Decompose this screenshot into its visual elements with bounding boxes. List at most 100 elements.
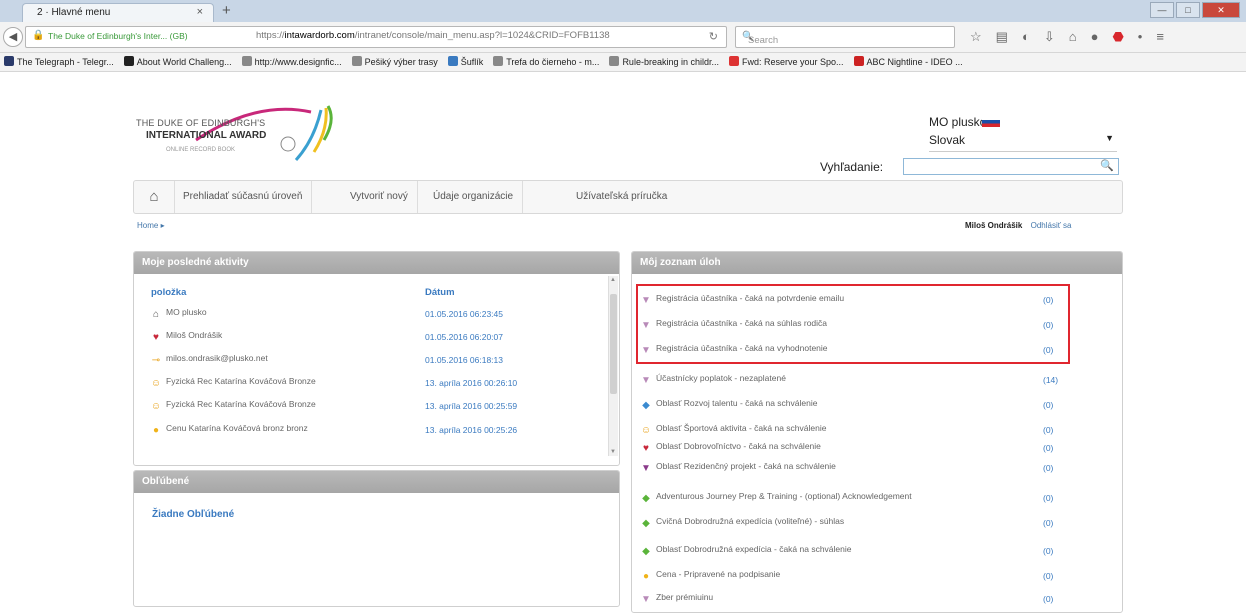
bookmark-item[interactable]: The Telegraph - Telegr... <box>4 53 114 71</box>
home-icon[interactable]: ⌂ <box>1069 29 1077 45</box>
task-label: Zber prémiuinu <box>656 592 714 602</box>
activity-date[interactable]: 01.05.2016 06:23:45 <box>425 309 503 319</box>
task-item[interactable]: ▼ Zber prémiuinu <box>640 592 713 606</box>
task-item[interactable]: ◆ Oblasť Rozvoj talentu - čaká na schvále… <box>640 398 817 412</box>
dot-icon[interactable]: • <box>1138 29 1143 45</box>
breadcrumb[interactable]: Home ▸ <box>137 221 165 230</box>
bookmark-favicon-icon <box>123 56 134 66</box>
activity-date[interactable]: 13. apríla 2016 00:26:10 <box>425 378 517 388</box>
activities-scrollbar[interactable]: ▲ ▼ <box>608 276 618 456</box>
bookmark-label: Pešiký výber trasy <box>364 57 438 67</box>
scroll-down-icon[interactable]: ▼ <box>610 449 616 455</box>
activity-date[interactable]: 01.05.2016 06:20:07 <box>425 332 503 342</box>
bulb-icon: ● <box>152 425 160 436</box>
bookmark-label: About World Challeng... <box>136 57 232 67</box>
scroll-thumb[interactable] <box>610 294 617 394</box>
task-label: Adventurous Journey Prep & Training - (o… <box>656 491 912 501</box>
maximize-icon[interactable]: □ <box>1176 2 1200 18</box>
activity-date[interactable]: 01.05.2016 06:18:13 <box>425 355 503 365</box>
adblock-icon[interactable]: ⬣ <box>1112 29 1123 45</box>
activity-text: Fyzická Rec Katarína Kováčová Bronze <box>166 376 316 386</box>
bookmark-item[interactable]: About World Challeng... <box>123 53 232 71</box>
task-count[interactable]: (0) <box>1043 594 1053 604</box>
chevron-down-icon: ▼ <box>1105 133 1114 143</box>
activity-row[interactable]: ☺ Fyzická Rec Katarína Kováčová Bronze <box>150 376 316 390</box>
task-item[interactable]: ◆ Oblasť Dobrodružná expedícia - čaká na … <box>640 544 852 558</box>
task-item[interactable]: ◆ Adventurous Journey Prep & Training - (… <box>640 491 912 505</box>
task-count[interactable]: (0) <box>1043 400 1053 410</box>
task-item[interactable]: ♥ Oblasť Dobrovoľníctvo - čaká na schvále… <box>640 441 821 455</box>
user-name[interactable]: Miloš Ondrášik <box>965 221 1022 230</box>
favorites-title: Obľúbené <box>134 471 619 493</box>
task-item[interactable]: ☺ Oblasť Športová aktivita - čaká na schv… <box>640 423 827 437</box>
activity-row[interactable]: ☺ Fyzická Rec Katarína Kováčová Bronze <box>150 399 316 413</box>
bookmark-item[interactable]: ABC Nightline - IDEO ... <box>853 53 963 71</box>
menu-item-create[interactable]: Vytvoriť nový <box>341 181 418 213</box>
search-input[interactable]: 🔍 <box>903 158 1119 175</box>
duke-of-edinburgh-logo[interactable]: THE DUKE OF EDINBURGH'S INTERNATIONAL AW… <box>136 100 336 170</box>
url-bar[interactable]: 🔒 The Duke of Edinburgh's Inter... (GB) … <box>25 26 727 48</box>
task-label: Oblasť Dobrodružná expedícia - čaká na s… <box>656 544 852 554</box>
bookmark-label: Fwd: Reserve your Spo... <box>742 57 844 67</box>
people-icon: ♥ <box>153 332 159 343</box>
bookmarks-list-icon[interactable]: ▤ <box>996 29 1008 45</box>
menu-icon[interactable]: ≡ <box>1156 29 1164 45</box>
badge-icon: ▼ <box>641 594 651 605</box>
bookmark-item[interactable]: Pešiký výber trasy <box>351 53 438 71</box>
logo-line-2: INTERNATIONAL AWARD <box>146 130 267 141</box>
task-count[interactable]: (0) <box>1043 425 1053 435</box>
close-tab-icon[interactable]: × <box>197 6 203 18</box>
activity-date[interactable]: 13. apríla 2016 00:25:26 <box>425 425 517 435</box>
bookmark-label: ABC Nightline - IDEO ... <box>866 57 963 67</box>
task-item[interactable]: ● Cena - Pripravené na podpisanie <box>640 569 780 583</box>
menu-item-user-guide[interactable]: Užívateľská príručka <box>567 181 676 213</box>
task-count[interactable]: (0) <box>1043 463 1053 473</box>
task-item[interactable]: ▼ Oblasť Rezidenčný projekt - čaká na sch… <box>640 461 836 475</box>
task-item[interactable]: ◆ Cvičná Dobrodružná expedícia (voliteľné… <box>640 516 844 530</box>
minimize-icon[interactable]: — <box>1150 2 1174 18</box>
bookmark-favicon-icon <box>493 56 504 66</box>
menu-item-organization[interactable]: Údaje organizácie <box>424 181 524 213</box>
bookmark-item[interactable]: http://www.designfic... <box>241 53 342 71</box>
browser-tab[interactable]: 2 · Hlavné menu × <box>22 3 214 23</box>
bookmark-item[interactable]: Šuflík <box>447 53 483 71</box>
bookmark-star-icon[interactable]: ☆ <box>970 29 982 45</box>
bookmark-label: Rule-breaking in childr... <box>622 57 719 67</box>
back-icon[interactable]: ◀ <box>3 27 23 47</box>
activity-row[interactable]: ● Cenu Katarína Kováčová bronz bronz <box>150 423 308 437</box>
task-label: Oblasť Rezidenčný projekt - čaká na schv… <box>656 461 836 471</box>
search-icon[interactable]: 🔍 <box>1100 159 1114 172</box>
bookmark-item[interactable]: Rule-breaking in childr... <box>609 53 719 71</box>
bookmark-label: The Telegraph - Telegr... <box>17 57 114 67</box>
task-count[interactable]: (0) <box>1043 546 1053 556</box>
task-count[interactable]: (0) <box>1043 571 1053 581</box>
bookmark-item[interactable]: Trefa do čierneho - m... <box>493 53 599 71</box>
activity-row[interactable]: ♥ Miloš Ondrášik <box>150 330 222 344</box>
extension-icon[interactable]: ● <box>1091 29 1099 45</box>
task-count[interactable]: (14) <box>1043 375 1058 385</box>
task-count[interactable]: (0) <box>1043 493 1053 503</box>
bulb-icon: ● <box>642 571 650 582</box>
activity-date[interactable]: 13. apríla 2016 00:25:59 <box>425 401 517 411</box>
pocket-icon[interactable]: ◐ <box>1022 29 1030 45</box>
downloads-icon[interactable]: ⇩ <box>1044 29 1055 45</box>
task-label: Oblasť Športová aktivita - čaká na schvá… <box>656 423 827 433</box>
site-identity: The Duke of Edinburgh's Inter... (GB) <box>48 31 188 41</box>
task-count[interactable]: (0) <box>1043 518 1053 528</box>
task-count[interactable]: (0) <box>1043 443 1053 453</box>
browser-search-input[interactable]: 🔍 Search <box>735 26 955 48</box>
bookmark-item[interactable]: Fwd: Reserve your Spo... <box>729 53 844 71</box>
new-tab-icon[interactable]: + <box>222 2 231 19</box>
close-window-icon[interactable]: ✕ <box>1202 2 1240 18</box>
scroll-up-icon[interactable]: ▲ <box>610 277 616 283</box>
menu-item-browse[interactable]: Prehliadať súčasnú úroveň <box>174 181 313 213</box>
recent-activities-title: Moje posledné aktivity <box>134 252 619 274</box>
language-select[interactable]: Slovak ▼ <box>929 133 1117 152</box>
task-item[interactable]: ▼ Účastnícky poplatok - nezaplatené <box>640 373 786 387</box>
activity-row[interactable]: ⌂ MO plusko <box>150 307 207 321</box>
activity-row[interactable]: ⊸ milos.ondrasik@plusko.net <box>150 353 268 367</box>
home-menu-icon[interactable]: ⌂ <box>134 181 175 213</box>
reload-icon[interactable]: ↻ <box>709 30 718 43</box>
user-links: Miloš Ondrášik Odhlásiť sa <box>965 221 1071 230</box>
logout-link[interactable]: Odhlásiť sa <box>1031 221 1072 230</box>
